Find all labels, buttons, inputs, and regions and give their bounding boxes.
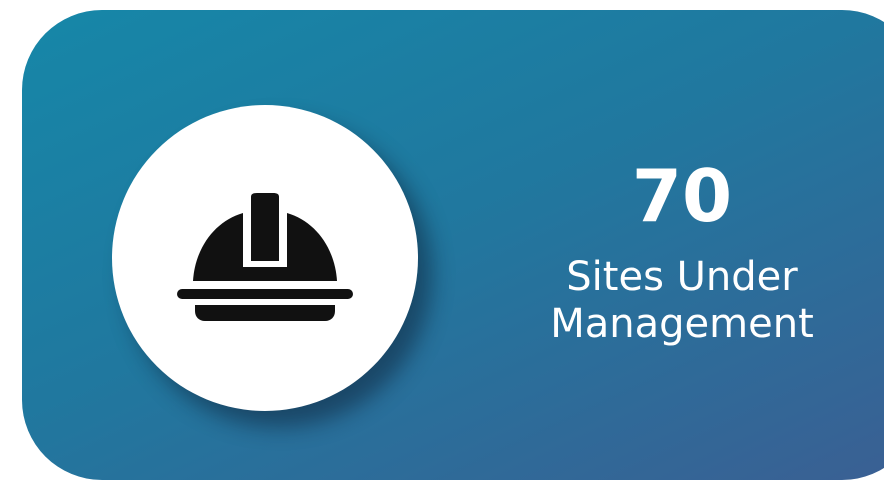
stat-card: 70 Sites Under Management [22, 10, 884, 480]
stat-block: 70 Sites Under Management [522, 160, 842, 348]
stat-label-line-1: Sites Under [566, 254, 798, 300]
icon-badge [112, 105, 418, 411]
hard-hat-icon [177, 193, 353, 321]
stat-label-line-2: Management [550, 301, 814, 348]
stat-value: 70 [631, 154, 733, 238]
stat-label: Sites Under Management [522, 254, 842, 348]
